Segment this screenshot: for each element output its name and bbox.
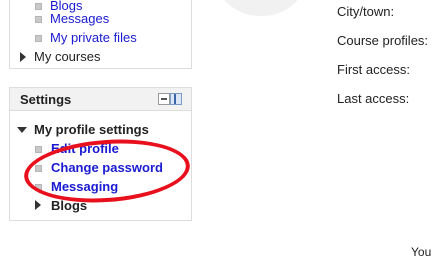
footer-text: You xyxy=(411,245,432,259)
collapse-arrow-icon[interactable] xyxy=(17,127,27,133)
settings-title: Settings xyxy=(20,92,72,107)
bullet-icon xyxy=(35,146,42,153)
expand-arrow-icon[interactable] xyxy=(35,200,41,210)
bullet-icon xyxy=(35,35,42,42)
messaging-link[interactable]: Messaging xyxy=(51,177,118,196)
bullet-icon xyxy=(35,16,42,23)
bullet-icon xyxy=(35,184,42,191)
nav-label-my-courses: My courses xyxy=(34,49,101,64)
avatar xyxy=(212,0,310,16)
profile-settings-label: My profile settings xyxy=(34,122,149,137)
course-profiles-label: Course profiles: xyxy=(337,33,429,48)
expand-arrow-icon[interactable] xyxy=(20,52,26,62)
hide-block-icon[interactable] xyxy=(158,93,170,105)
nav-link-private-files[interactable]: My private files xyxy=(50,29,137,47)
bullet-icon xyxy=(35,165,42,172)
dock-block-icon[interactable] xyxy=(170,93,182,105)
last-access-label: Last access: xyxy=(337,91,410,106)
edit-profile-link[interactable]: Edit profile xyxy=(51,139,119,158)
city-town-label: City/town: xyxy=(337,4,395,19)
settings-header: Settings xyxy=(10,88,191,111)
block-controls xyxy=(158,93,182,105)
settings-block: Settings My profile settings Edit profil… xyxy=(9,87,192,221)
nav-link-messages[interactable]: Messages xyxy=(50,10,109,28)
bullet-icon xyxy=(35,3,42,10)
first-access-label: First access: xyxy=(337,62,410,77)
settings-blogs-label: Blogs xyxy=(51,198,88,213)
navigation-block: Blogs Messages My private files My cours… xyxy=(9,0,192,69)
change-password-link[interactable]: Change password xyxy=(51,158,163,177)
